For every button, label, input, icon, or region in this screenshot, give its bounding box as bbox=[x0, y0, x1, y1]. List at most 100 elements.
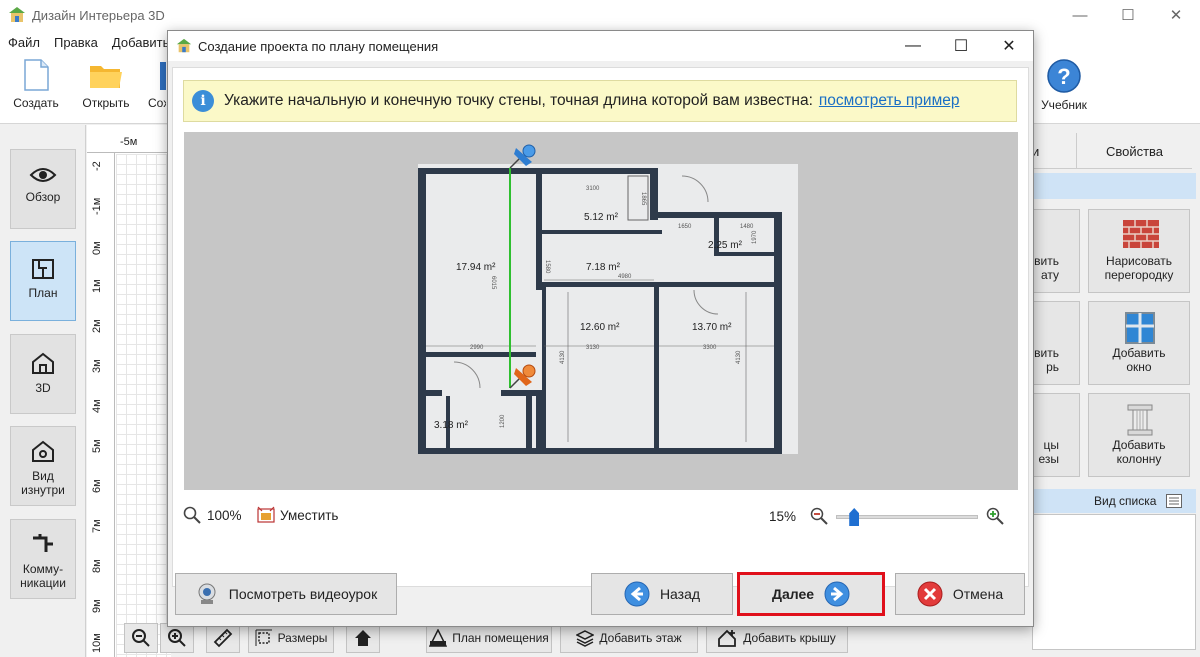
minimize-button[interactable]: — bbox=[1056, 0, 1104, 30]
zoom-out-icon[interactable] bbox=[810, 507, 828, 525]
pipes-icon bbox=[33, 534, 53, 552]
back-button[interactable]: Назад bbox=[591, 573, 733, 615]
dialog-maximize-button[interactable]: ☐ bbox=[937, 31, 985, 61]
new-document-icon bbox=[24, 59, 49, 91]
dialog-minimize-button[interactable]: — bbox=[889, 31, 937, 61]
info-banner: i Укажите начальную и конечную точку сте… bbox=[183, 80, 1017, 122]
info-icon: i bbox=[192, 90, 214, 112]
info-text: Укажите начальную и конечную точку стены… bbox=[224, 92, 813, 109]
panel-tabs: и Свойства bbox=[1032, 133, 1192, 169]
ruler-label: -2 bbox=[91, 161, 103, 171]
panel-category-header bbox=[1032, 173, 1196, 199]
ruler-label: 8м bbox=[91, 559, 103, 573]
add-roof-label: Добавить крышу bbox=[743, 631, 836, 645]
view-example-link[interactable]: посмотреть пример bbox=[819, 92, 960, 110]
cancel-label: Отмена bbox=[952, 586, 1004, 602]
create-button[interactable]: Создать bbox=[8, 58, 64, 110]
room-area-label: 13.70 m² bbox=[692, 322, 732, 333]
plan-label: План bbox=[28, 286, 58, 300]
menu-add[interactable]: Добавить bbox=[105, 35, 176, 50]
room-area-label: 12.60 m² bbox=[580, 322, 620, 333]
utilities-button[interactable]: Комму- никации bbox=[10, 519, 76, 599]
interior-view-label: Вид изнутри bbox=[21, 469, 65, 497]
room-plan-button[interactable]: План помещения bbox=[426, 623, 552, 653]
arrow-right-icon bbox=[824, 581, 850, 607]
ruler-label: 6м bbox=[91, 479, 103, 493]
ruler-vertical: -2 -1м 0м 1м 2м 3м 4м 5м 6м 7м 8м 9м 10м bbox=[87, 153, 115, 657]
list-view-label: Вид списка bbox=[1094, 494, 1157, 508]
save-icon bbox=[160, 62, 166, 90]
dimension-label: 1580 bbox=[544, 260, 550, 274]
dimension-label: 4130 bbox=[560, 350, 566, 364]
home-button[interactable] bbox=[346, 623, 380, 653]
webcam-icon bbox=[198, 583, 216, 604]
dialog-close-button[interactable]: ✕ bbox=[985, 31, 1033, 61]
interior-view-button[interactable]: Вид изнутри bbox=[10, 426, 76, 506]
layers-icon bbox=[576, 630, 595, 647]
maximize-button[interactable]: ☐ bbox=[1104, 0, 1152, 30]
fit-button[interactable]: Уместить bbox=[257, 506, 338, 524]
zoom-out-button[interactable] bbox=[124, 623, 158, 653]
room-plan-icon bbox=[429, 629, 448, 647]
menu-file[interactable]: Файл bbox=[0, 35, 47, 50]
zoom-in-button[interactable] bbox=[160, 623, 194, 653]
ruler-label: 3м bbox=[91, 359, 103, 373]
ruler-label: -1м bbox=[91, 197, 103, 215]
ruler-label: 5м bbox=[91, 439, 103, 453]
zoom-in-icon[interactable] bbox=[986, 507, 1004, 525]
create-label: Создать bbox=[13, 96, 59, 110]
dimensions-button[interactable]: Размеры bbox=[248, 623, 334, 653]
add-window-label: Добавить окно bbox=[1112, 346, 1166, 374]
help-icon: ? bbox=[1047, 59, 1081, 93]
dimension-label: 1650 bbox=[678, 224, 692, 230]
dimension-label: 3100 bbox=[586, 186, 600, 192]
view-3d-label: 3D bbox=[35, 381, 51, 395]
utilities-label: Комму- никации bbox=[20, 562, 66, 590]
close-button[interactable]: ✕ bbox=[1152, 0, 1200, 30]
actual-size-button[interactable]: 100% bbox=[183, 506, 242, 524]
dialog-app-icon bbox=[176, 38, 192, 53]
room-area-label: 3.18 m² bbox=[434, 420, 469, 431]
plan-button[interactable]: План bbox=[10, 241, 76, 321]
draw-partition-label: Нарисовать перегородку bbox=[1104, 254, 1174, 282]
add-window-card[interactable]: Добавить окно bbox=[1088, 301, 1190, 385]
floor-plan-view[interactable]: 17.94 m² 5.12 m² 2.25 m² 7.18 m² 12.60 m… bbox=[184, 132, 1018, 490]
dimension-label: 1865 bbox=[640, 192, 646, 206]
open-button[interactable]: Открыть bbox=[78, 58, 134, 110]
dimension-label: 1970 bbox=[752, 230, 758, 244]
watch-video-button[interactable]: Посмотреть видеоурок bbox=[175, 573, 397, 615]
add-door-label: вить рь bbox=[1034, 346, 1059, 374]
fit-label: Уместить bbox=[280, 507, 339, 523]
folder-icon bbox=[90, 66, 122, 88]
draw-partition-card[interactable]: Нарисовать перегородку bbox=[1088, 209, 1190, 293]
ruler-tool-button[interactable] bbox=[206, 623, 240, 653]
zoom-percent: 15% bbox=[769, 508, 797, 524]
ruler-label: 9м bbox=[91, 599, 103, 613]
plan-canvas[interactable]: -5м -2 -1м 0м 1м 2м 3м 4м 5м 6м 7м 8м 9м… bbox=[87, 125, 171, 657]
zoom-slider-thumb[interactable] bbox=[849, 508, 860, 526]
overview-button[interactable]: Обзор bbox=[10, 149, 76, 229]
roof-icon bbox=[718, 629, 737, 647]
zoom-slider[interactable] bbox=[836, 506, 979, 526]
magnifier-icon bbox=[183, 506, 201, 524]
tab-objects[interactable]: и bbox=[1032, 133, 1076, 169]
next-button[interactable]: Далее bbox=[737, 572, 885, 616]
save-button[interactable]: Сох bbox=[142, 58, 166, 110]
objects-list[interactable] bbox=[1032, 514, 1196, 650]
add-floor-button[interactable]: Добавить этаж bbox=[560, 623, 698, 653]
menu-edit[interactable]: Правка bbox=[47, 35, 105, 50]
cancel-button[interactable]: Отмена bbox=[895, 573, 1025, 615]
floor-plan-image[interactable]: 17.94 m² 5.12 m² 2.25 m² 7.18 m² 12.60 m… bbox=[184, 132, 1018, 490]
add-column-card[interactable]: Добавить колонну bbox=[1088, 393, 1190, 477]
add-roof-button[interactable]: Добавить крышу bbox=[706, 623, 848, 653]
list-view-icon[interactable] bbox=[1166, 494, 1182, 508]
dimensions-label: Размеры bbox=[277, 631, 328, 645]
tab-properties[interactable]: Свойства bbox=[1076, 133, 1192, 169]
view-3d-button[interactable]: 3D bbox=[10, 334, 76, 414]
add-column-label: Добавить колонну bbox=[1112, 438, 1166, 466]
column-icon bbox=[1127, 404, 1153, 436]
tutorial-button[interactable]: ? Учебник bbox=[1036, 58, 1092, 112]
dimension-label: 1200 bbox=[500, 414, 506, 428]
app-logo-icon bbox=[9, 7, 25, 22]
dialog-body: i Укажите начальную и конечную точку сте… bbox=[172, 67, 1029, 587]
